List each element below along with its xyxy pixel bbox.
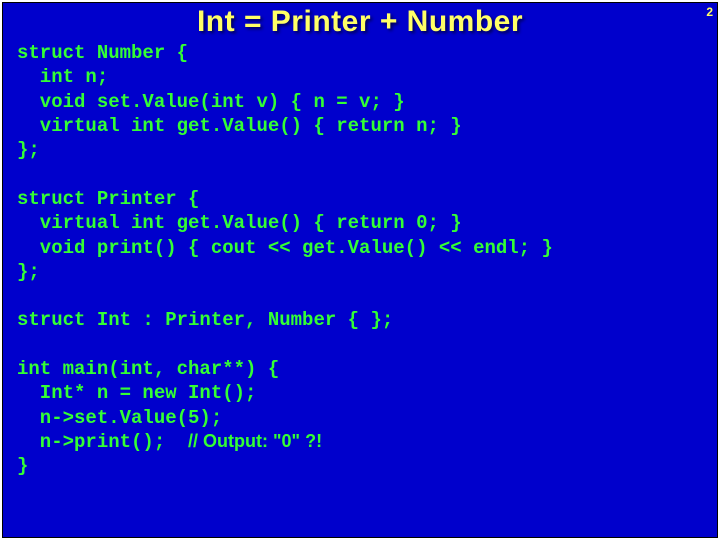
code-struct-int: struct Int : Printer, Number { }; — [17, 309, 393, 331]
code-struct-number: struct Number { int n; void set.Value(in… — [17, 42, 462, 161]
slide: 2 Int = Printer + Number struct Number {… — [2, 2, 718, 538]
code-main-l1: int main(int, char**) { — [17, 358, 279, 380]
slide-title: Int = Printer + Number — [3, 5, 717, 39]
code-output-comment: // Output: "0" ?! — [188, 431, 322, 451]
code-main-l2: Int* n = new Int(); — [17, 382, 256, 404]
code-main-l5: } — [17, 455, 28, 477]
code-main-l3: n->set.Value(5); — [17, 407, 222, 429]
code-struct-printer: struct Printer { virtual int get.Value()… — [17, 188, 553, 283]
code-main-l4-pre: n->print(); — [17, 431, 188, 453]
code-area: struct Number { int n; void set.Value(in… — [17, 41, 703, 479]
